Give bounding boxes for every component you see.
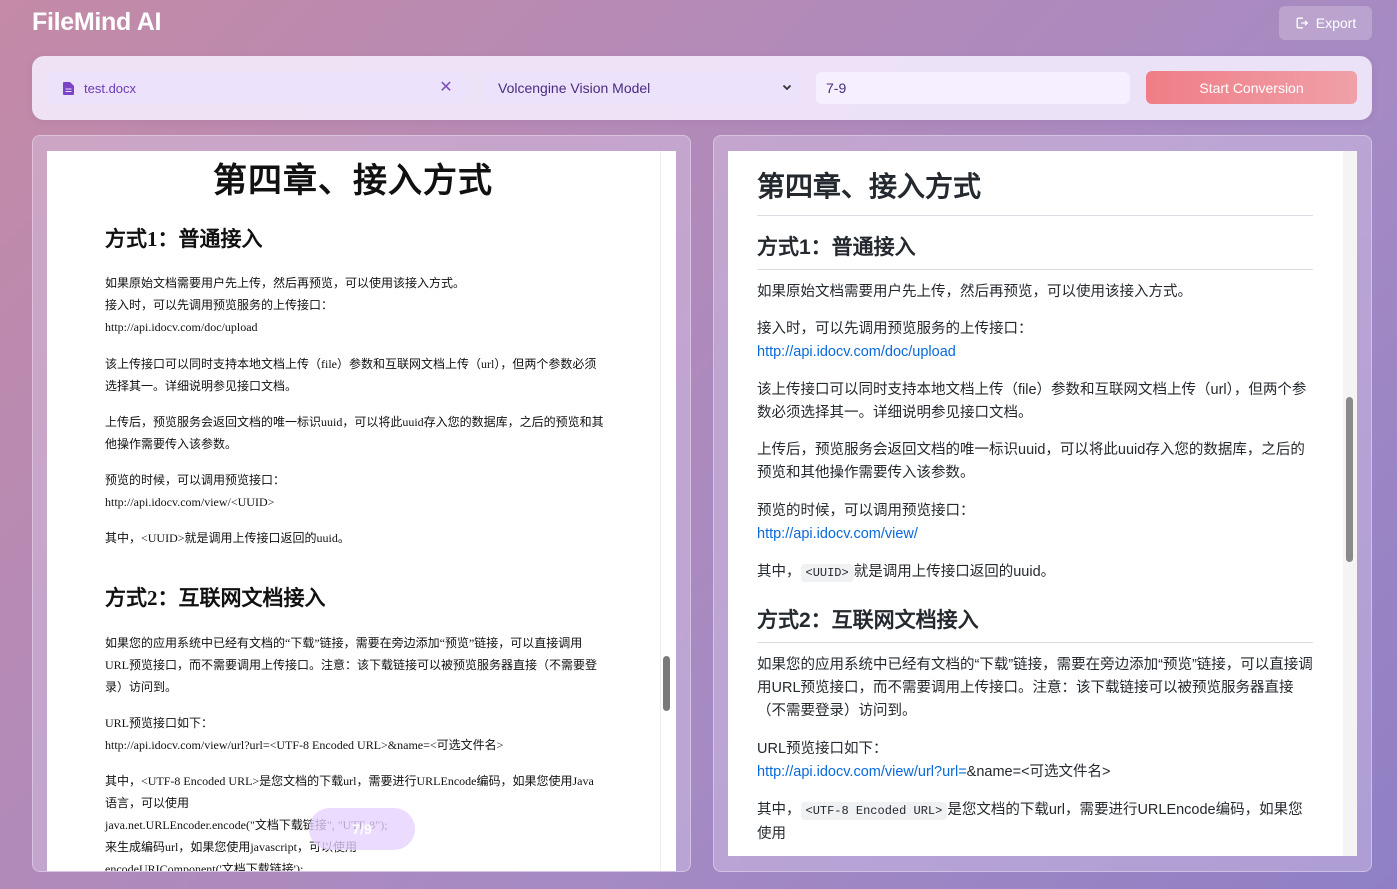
md-inline-code: <UTF-8 Encoded URL> xyxy=(800,802,948,820)
page-range-value: 7-9 xyxy=(826,80,847,96)
original-document-page[interactable]: 第四章、接入方式 方式1：普通接入 如果原始文档需要用户先上传，然后再预览，可以… xyxy=(47,151,676,871)
md-paragraph: 如果您的应用系统中已经有文档的“下载”链接，需要在旁边添加“预览”链接，可以直接… xyxy=(757,657,1313,719)
doc-paragraph: 如果原始文档需要用户先上传，然后再预览，可以使用该接入方式。 xyxy=(105,276,466,290)
model-select[interactable]: Volcengine Vision Model xyxy=(484,72,799,104)
md-heading-method2: 方式2：互联网文档接入 xyxy=(757,604,1313,643)
md-paragraph: URL预览接口如下： xyxy=(757,741,888,757)
file-name: test.docx xyxy=(84,80,137,96)
md-paragraph: 该上传接口可以同时支持本地文档上传（file）参数和互联网文档上传（url），但… xyxy=(757,382,1307,421)
md-link-upload[interactable]: http://api.idocv.com/doc/upload xyxy=(757,341,1313,364)
toolbar: test.docx ✕ Volcengine Vision Model 7-9 … xyxy=(32,56,1372,120)
md-paragraph: 预览的时候，可以调用预览接口： xyxy=(757,503,975,519)
md-paragraph-encoded: 其中， <UTF-8 Encoded URL> 是您文档的下载url，需要进行URL… xyxy=(757,799,1313,846)
page-range-input[interactable]: 7-9 xyxy=(816,72,1130,104)
md-paragraph-uuid: 其中， <UUID> 就是调用上传接口返回的uuid。 xyxy=(757,561,1313,585)
md-title: 第四章、接入方式 xyxy=(757,165,1313,216)
page-indicator: 7/9 xyxy=(309,808,415,850)
doc-paragraph: 该上传接口可以同时支持本地文档上传（file）参数和互联网文档上传（url），但… xyxy=(105,357,597,393)
markdown-preview[interactable]: 第四章、接入方式 方式1：普通接入 如果原始文档需要用户先上传，然后再预览，可以… xyxy=(728,151,1343,856)
doc-paragraph: 其中，<UUID>就是调用上传接口返回的uuid。 xyxy=(105,531,350,545)
doc-paragraph: 上传后，预览服务会返回文档的唯一标识uuid，可以将此uuid存入您的数据库，之… xyxy=(105,415,604,451)
original-scrollbar-thumb[interactable] xyxy=(663,656,670,711)
doc-paragraph: 接入时，可以先调用预览服务的上传接口： xyxy=(105,298,334,312)
doc-paragraph: http://api.idocv.com/doc/upload xyxy=(105,320,258,334)
doc-heading-method2: 方式2：互联网文档接入 xyxy=(105,586,326,610)
md-paragraph: 接入时，可以先调用预览服务的上传接口： xyxy=(757,321,1033,337)
start-conversion-button[interactable]: Start Conversion xyxy=(1146,71,1357,104)
md-link-view[interactable]: http://api.idocv.com/view/ xyxy=(757,523,1313,546)
md-paragraph: 如果原始文档需要用户先上传，然后再预览，可以使用该接入方式。 xyxy=(757,284,1192,300)
doc-paragraph: 如果您的应用系统中已经有文档的“下载”链接，需要在旁边添加“预览”链接，可以直接… xyxy=(105,636,598,694)
model-selected-value: Volcengine Vision Model xyxy=(498,80,651,96)
doc-title: 第四章、接入方式 xyxy=(213,163,493,200)
export-button[interactable]: Export xyxy=(1279,6,1372,40)
doc-paragraph: http://api.idocv.com/view/<UUID> xyxy=(105,495,275,509)
md-inline-code: <UUID> xyxy=(800,564,854,582)
doc-paragraph: http://api.idocv.com/view/url?url=<UTF-8… xyxy=(105,738,504,752)
md-text: 就是调用上传接口返回的uuid。 xyxy=(853,564,1056,580)
file-chip: test.docx ✕ xyxy=(46,72,466,104)
doc-paragraph: 预览的时候，可以调用预览接口： xyxy=(105,473,286,487)
export-icon xyxy=(1296,17,1308,29)
close-icon[interactable]: ✕ xyxy=(436,78,456,98)
md-text: &name=<可选文件名> xyxy=(966,764,1111,780)
doc-paragraph: encodeURIComponent('文档下载链接'); xyxy=(105,862,304,871)
file-icon xyxy=(63,81,74,95)
md-heading-method1: 方式1：普通接入 xyxy=(757,231,1313,270)
markdown-scrollbar-thumb[interactable] xyxy=(1346,397,1353,562)
md-paragraph-url: http://api.idocv.com/view/url?url=&name=… xyxy=(757,761,1313,784)
doc-heading-method1: 方式1：普通接入 xyxy=(105,227,263,251)
md-paragraph: 上传后，预览服务会返回文档的唯一标识uuid，可以将此uuid存入您的数据库，之… xyxy=(757,442,1305,481)
app-title: FileMind AI xyxy=(32,8,162,36)
md-text: 其中， xyxy=(757,802,801,818)
original-scrollbar-track[interactable] xyxy=(660,151,675,871)
md-text: 其中， xyxy=(757,564,801,580)
export-label: Export xyxy=(1315,15,1357,31)
doc-paragraph: URL预览接口如下： xyxy=(105,716,214,730)
md-link-url[interactable]: http://api.idocv.com/view/url?url= xyxy=(757,764,967,780)
chevron-down-icon xyxy=(782,84,792,91)
